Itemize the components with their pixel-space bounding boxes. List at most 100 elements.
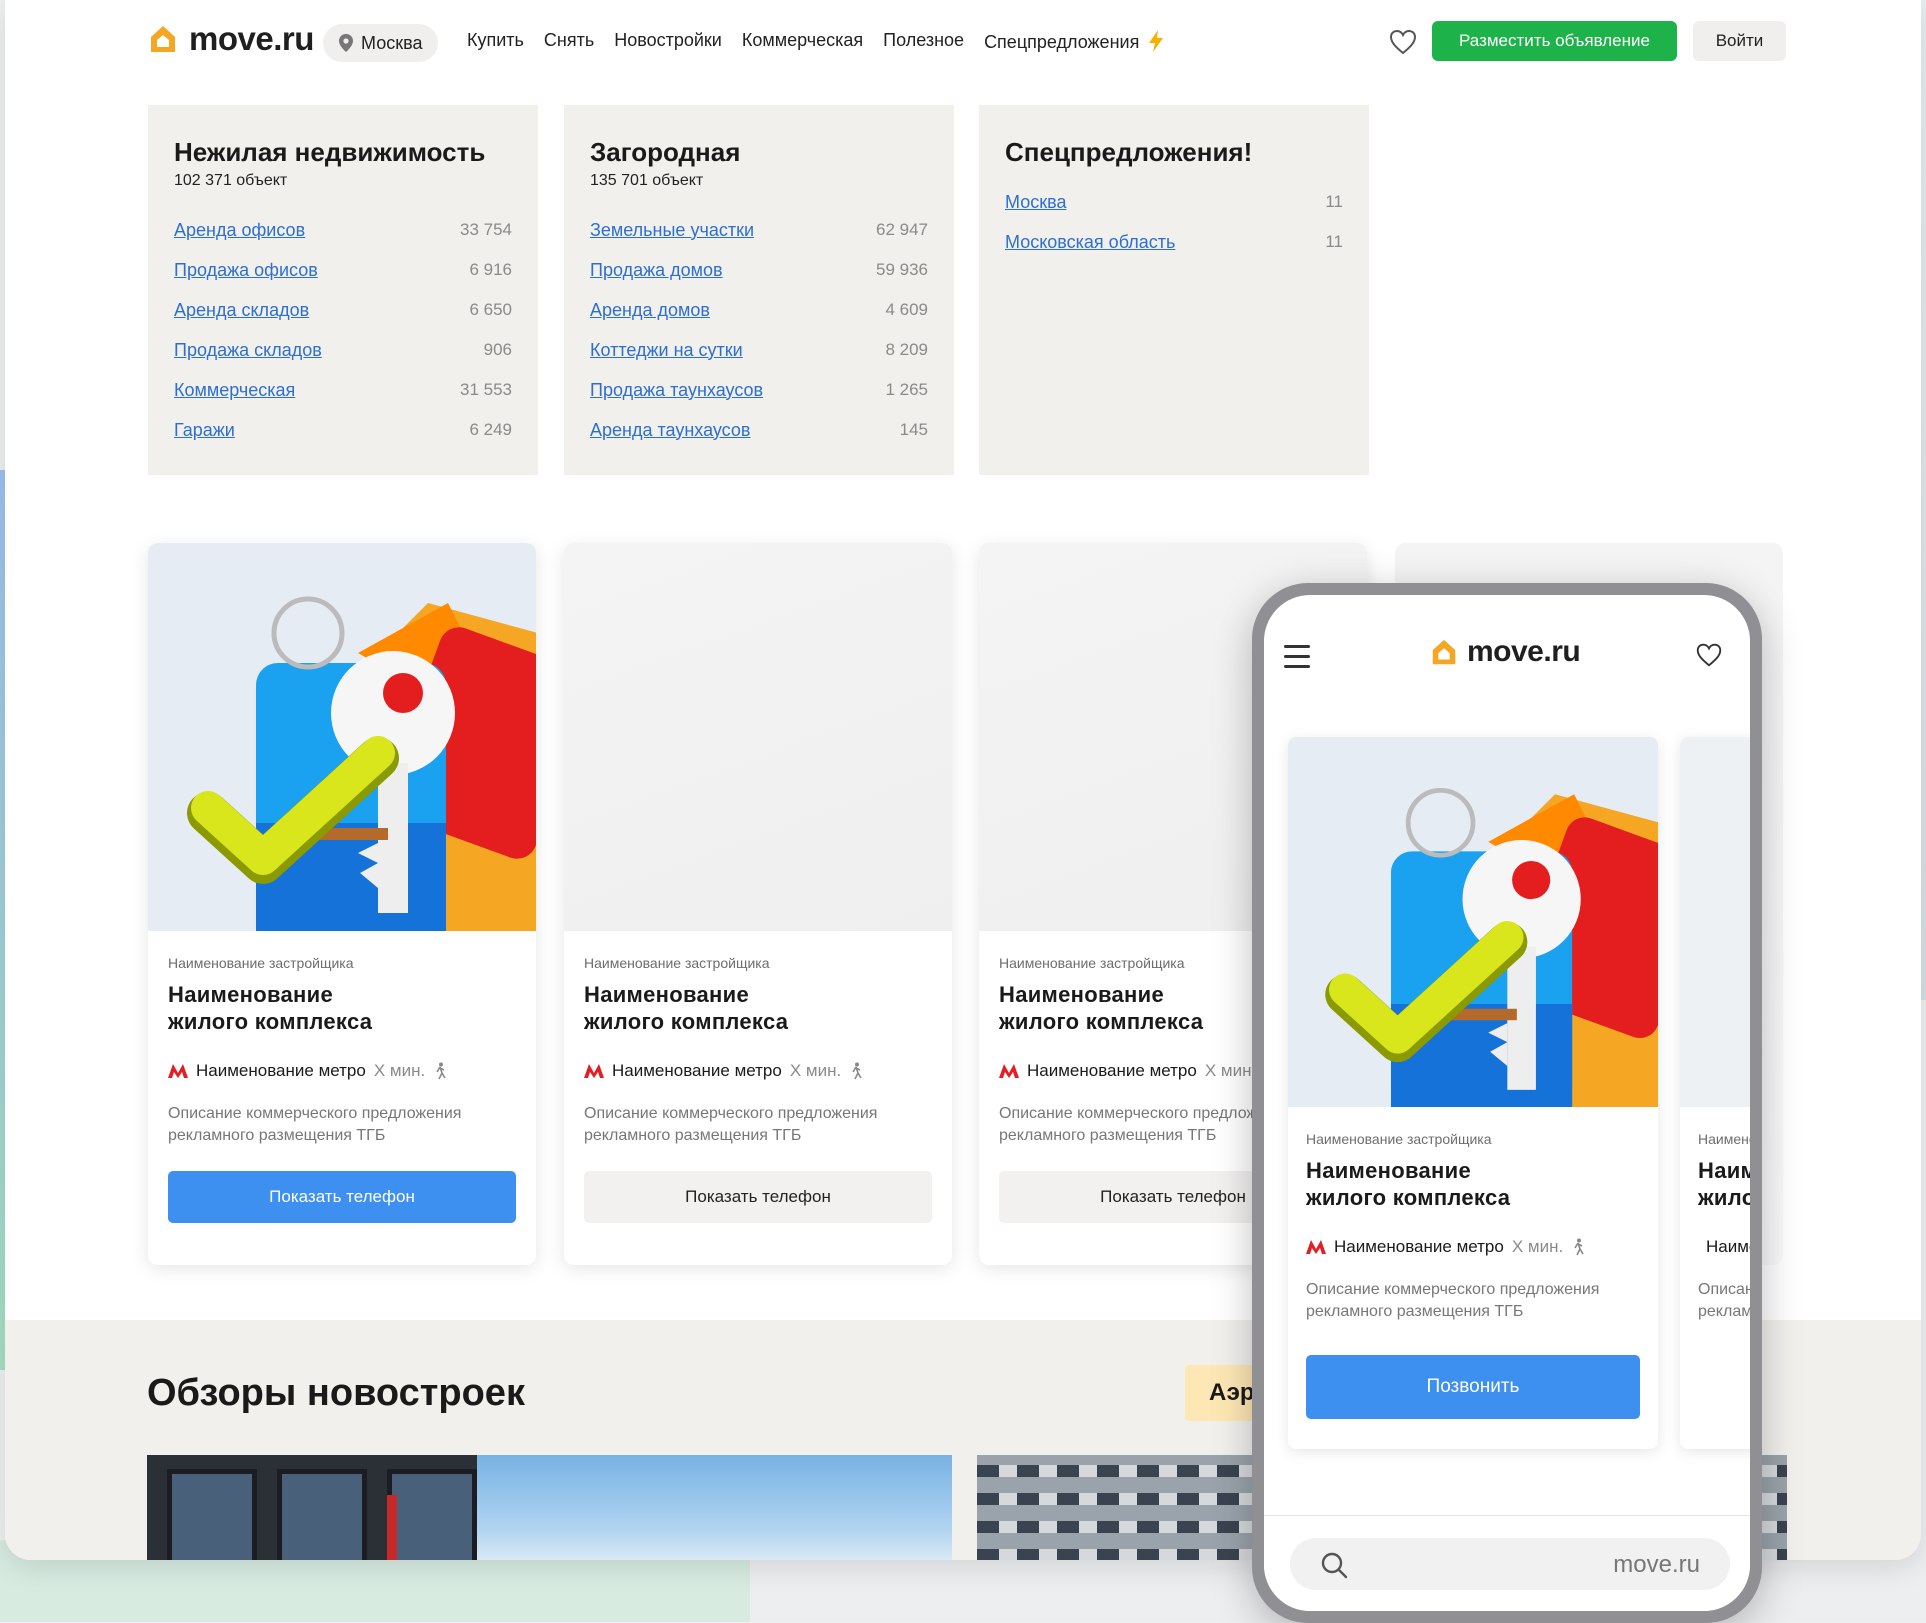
- description-line2: рекламного размещения ТГБ: [584, 1127, 802, 1144]
- category-row-count: 6 916: [469, 260, 512, 279]
- category-link[interactable]: Коттеджи на сутки: [590, 340, 743, 361]
- walk-time: Х мин.: [1511, 1237, 1564, 1256]
- complex-title: Наименованиежилого комплекса: [168, 981, 516, 1035]
- category-link[interactable]: Московская область: [1005, 232, 1175, 253]
- category-link[interactable]: Продажа таунхаусов: [590, 380, 763, 401]
- description-line1: Описание коммерческого предложения: [1698, 1281, 1750, 1298]
- category-link[interactable]: Земельные участки: [590, 220, 754, 241]
- nav-useful[interactable]: Полезное: [883, 30, 964, 53]
- location-pin-icon: [339, 34, 353, 52]
- phone-listing-card[interactable]: Наименование застройщика Наименование жил…: [1288, 737, 1658, 1449]
- login-button[interactable]: Войти: [1693, 21, 1786, 61]
- category-link[interactable]: Продажа офисов: [174, 260, 318, 281]
- category-row: Аренда складов 6 650: [174, 290, 512, 330]
- category-title: Нежилая недвижимость: [174, 137, 486, 167]
- nav-new-buildings[interactable]: Новостройки: [614, 30, 722, 53]
- phone-logo[interactable]: move.ru: [1429, 635, 1581, 669]
- nav-special-offers-label: Спецпредложения: [984, 32, 1140, 52]
- walk-time: Х мин.: [1204, 1061, 1257, 1080]
- category-link[interactable]: Коммерческая: [174, 380, 295, 401]
- metro-name: Наименование метро: [1334, 1237, 1504, 1256]
- category-count: 135 701 объект: [590, 172, 704, 189]
- metro-icon: [1306, 1240, 1326, 1254]
- listing-image: [1288, 737, 1658, 1107]
- complex-title-line1: Наименование: [584, 982, 750, 1007]
- phone-browser-bar: move.ru: [1264, 1515, 1750, 1611]
- browser-address-bar[interactable]: move.ru: [1290, 1538, 1730, 1590]
- category-row-count: 11: [1325, 192, 1343, 211]
- reviews-title: Обзоры новостроек: [147, 1372, 525, 1414]
- search-icon: [1321, 1552, 1348, 1579]
- walking-person-icon: [1574, 1238, 1584, 1256]
- category-link[interactable]: Гаражи: [174, 420, 235, 441]
- listing-description: Описание коммерческого предложения реклам…: [1698, 1279, 1750, 1323]
- favorites-heart-icon[interactable]: [1694, 640, 1724, 670]
- metro-info: Наименование метро Х мин.: [584, 1061, 932, 1081]
- category-link[interactable]: Продажа домов: [590, 260, 723, 281]
- complex-title: Наименованиежилого комплекса: [1306, 1157, 1640, 1211]
- complex-title-line2: жилого комплекса: [1698, 1185, 1750, 1210]
- category-row: Коммерческая 31 553: [174, 370, 512, 410]
- city-selector[interactable]: Москва: [323, 24, 439, 62]
- category-row: Продажа складов 906: [174, 330, 512, 370]
- listing-image-placeholder: [564, 543, 952, 931]
- category-row: Аренда офисов 33 754: [174, 210, 512, 250]
- metro-icon: [168, 1064, 188, 1078]
- metro-info: Наименование метро Х мин.: [168, 1061, 516, 1081]
- description-line2: рекламного размещения ТГБ: [168, 1127, 386, 1144]
- walking-person-icon: [852, 1062, 862, 1080]
- category-link[interactable]: Аренда офисов: [174, 220, 305, 241]
- hamburger-menu-icon[interactable]: [1284, 645, 1310, 675]
- logo-text: move.ru: [189, 20, 314, 57]
- site-logo[interactable]: move.ru: [147, 20, 314, 58]
- show-phone-button[interactable]: Показать телефон: [584, 1171, 932, 1223]
- review-photo[interactable]: [147, 1455, 952, 1560]
- phone-listing-card-partial[interactable]: Наименование застройщика Наименованиежил…: [1680, 737, 1750, 1449]
- walking-person-icon: [436, 1062, 446, 1080]
- category-title: Загородная: [590, 137, 741, 167]
- logo-text: move.ru: [1467, 635, 1581, 668]
- description-line1: Описание коммерческого предложения: [1306, 1281, 1600, 1298]
- nav-buy[interactable]: Купить: [467, 30, 524, 53]
- metro-name: Наименование метро: [1027, 1061, 1197, 1080]
- house-logo-icon: [1432, 639, 1456, 665]
- category-link[interactable]: Продажа складов: [174, 340, 322, 361]
- walk-time: Х мин.: [373, 1061, 426, 1080]
- metro-icon: [999, 1064, 1019, 1078]
- nav-rent[interactable]: Снять: [544, 30, 594, 53]
- listing-description: Описание коммерческого предложения реклам…: [168, 1103, 516, 1147]
- complex-title: Наименованиежилого комплекса: [1698, 1157, 1750, 1211]
- category-row: Продажа офисов 6 916: [174, 250, 512, 290]
- category-row: Земельные участки 62 947: [590, 210, 928, 250]
- call-button[interactable]: Позвонить: [1306, 1355, 1640, 1419]
- category-row-count: 59 936: [876, 260, 928, 279]
- key-checkmark-illustration: [187, 596, 536, 931]
- category-link[interactable]: Аренда таунхаусов: [590, 420, 750, 441]
- listing-image-placeholder: [1680, 737, 1750, 1107]
- key-checkmark-illustration: [1325, 788, 1658, 1107]
- nav-special-offers[interactable]: Спецпредложения: [984, 30, 1164, 53]
- category-link[interactable]: Аренда складов: [174, 300, 309, 321]
- category-count: 102 371 объект: [174, 172, 288, 189]
- category-row: Аренда таунхаусов 145: [590, 410, 928, 450]
- building-facade: [147, 1455, 477, 1560]
- listing-card[interactable]: Наименование застройщика Наименование жил…: [564, 543, 952, 1265]
- category-link[interactable]: Москва: [1005, 192, 1066, 213]
- complex-title-line1: Наименование: [1698, 1158, 1750, 1183]
- category-row: Продажа таунхаусов 1 265: [590, 370, 928, 410]
- window-pane: [387, 1469, 477, 1560]
- favorites-heart-icon[interactable]: [1387, 26, 1419, 58]
- category-row-count: 8 209: [885, 340, 928, 359]
- metro-info: Наименование метро Х мин.: [1306, 1237, 1640, 1257]
- category-row-count: 906: [483, 340, 512, 359]
- nav-commercial[interactable]: Коммерческая: [742, 30, 863, 53]
- show-phone-button[interactable]: Показать телефон: [168, 1171, 516, 1223]
- post-ad-button[interactable]: Разместить объявление: [1432, 21, 1677, 61]
- listing-description: Описание коммерческого предложения реклам…: [1306, 1279, 1640, 1323]
- description-line2: рекламного размещения ТГБ: [1698, 1303, 1750, 1320]
- red-frame: [387, 1495, 397, 1560]
- description-line2: рекламного размещения ТГБ: [1306, 1303, 1524, 1320]
- listing-card[interactable]: Наименование застройщика Наименование жил…: [148, 543, 536, 1265]
- category-link[interactable]: Аренда домов: [590, 300, 710, 321]
- phone-screen: move.ru Наименование застройщика Наимено…: [1264, 595, 1750, 1611]
